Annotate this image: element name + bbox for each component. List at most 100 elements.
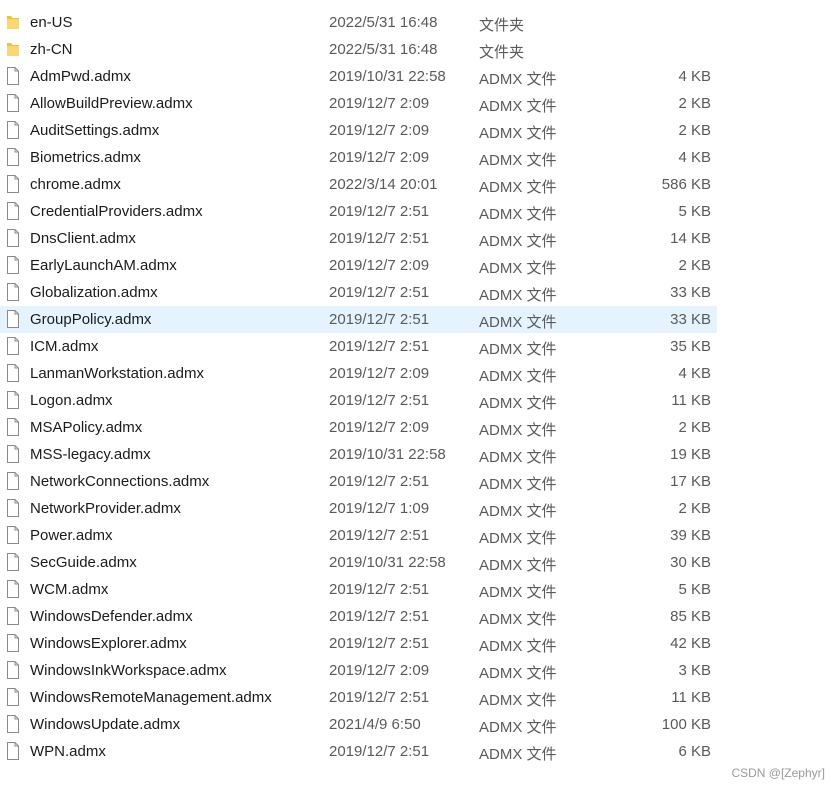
file-type: ADMX 文件 [479,638,557,655]
file-row[interactable]: Power.admx 2019/12/7 2:51 ADMX 文件 39 KB [0,522,717,549]
file-date: 2021/4/9 6:50 [329,716,421,733]
file-row[interactable]: chrome.admx 2022/3/14 20:01 ADMX 文件 586 … [0,171,717,198]
file-row[interactable]: AdmPwd.admx 2019/10/31 22:58 ADMX 文件 4 K… [0,63,717,90]
file-size: 5 KB [678,203,711,220]
file-name: WindowsUpdate.admx [30,716,181,733]
file-icon [7,553,19,571]
file-row[interactable]: WindowsDefender.admx 2019/12/7 2:51 ADMX… [0,603,717,630]
file-name: WCM.admx [30,581,109,598]
file-name: NetworkConnections.admx [30,473,210,490]
file-size: 4 KB [678,68,711,85]
file-row[interactable]: zh-CN 2022/5/31 16:48 文件夹 [0,36,717,63]
file-row[interactable]: Globalization.admx 2019/12/7 2:51 ADMX 文… [0,279,717,306]
file-row[interactable]: NetworkProvider.admx 2019/12/7 1:09 ADMX… [0,495,717,522]
file-row[interactable]: WindowsUpdate.admx 2021/4/9 6:50 ADMX 文件… [0,711,717,738]
file-size: 85 KB [670,608,711,625]
file-size: 42 KB [670,635,711,652]
file-name: ICM.admx [30,338,99,355]
file-list: en-US 2022/5/31 16:48 文件夹 zh-CN 2022/5/3… [0,9,720,765]
file-row[interactable]: AuditSettings.admx 2019/12/7 2:09 ADMX 文… [0,117,717,144]
file-date: 2019/12/7 2:09 [329,95,430,112]
file-size: 2 KB [678,122,711,139]
file-icon [7,256,19,274]
file-size: 30 KB [670,554,711,571]
file-size: 2 KB [678,419,711,436]
file-row[interactable]: ICM.admx 2019/12/7 2:51 ADMX 文件 35 KB [0,333,717,360]
file-name: EarlyLaunchAM.admx [30,257,177,274]
file-row[interactable]: Logon.admx 2019/12/7 2:51 ADMX 文件 11 KB [0,387,717,414]
file-icon [7,94,19,112]
file-icon [7,634,19,652]
file-size: 3 KB [678,662,711,679]
file-date: 2019/12/7 2:51 [329,473,430,490]
file-type: ADMX 文件 [479,665,557,682]
file-row[interactable]: WPN.admx 2019/12/7 2:51 ADMX 文件 6 KB [0,738,717,765]
file-name: LanmanWorkstation.admx [30,365,204,382]
file-icon [7,121,19,139]
file-name: CredentialProviders.admx [30,203,203,220]
file-row[interactable]: CredentialProviders.admx 2019/12/7 2:51 … [0,198,717,225]
file-type: ADMX 文件 [479,152,557,169]
file-name: WindowsRemoteManagement.admx [30,689,272,706]
file-type: ADMX 文件 [479,368,557,385]
file-icon [7,364,19,382]
file-row[interactable]: MSAPolicy.admx 2019/12/7 2:09 ADMX 文件 2 … [0,414,717,441]
file-row[interactable]: WindowsExplorer.admx 2019/12/7 2:51 ADMX… [0,630,717,657]
file-icon [7,175,19,193]
file-row[interactable]: DnsClient.admx 2019/12/7 2:51 ADMX 文件 14… [0,225,717,252]
file-row[interactable]: WindowsRemoteManagement.admx 2019/12/7 2… [0,684,717,711]
file-icon [7,607,19,625]
file-size: 17 KB [670,473,711,490]
file-size: 11 KB [671,392,711,409]
file-size: 19 KB [670,446,711,463]
file-row[interactable]: WCM.admx 2019/12/7 2:51 ADMX 文件 5 KB [0,576,717,603]
file-date: 2019/12/7 2:09 [329,365,430,382]
file-name: Power.admx [30,527,113,544]
file-size: 2 KB [678,257,711,274]
file-size: 11 KB [671,689,711,706]
file-date: 2019/10/31 22:58 [329,446,446,463]
file-icon [7,499,19,517]
file-type: ADMX 文件 [479,476,557,493]
file-name: Globalization.admx [30,284,158,301]
file-type: ADMX 文件 [479,98,557,115]
file-row[interactable]: AllowBuildPreview.admx 2019/12/7 2:09 AD… [0,90,717,117]
file-size: 100 KB [661,716,711,733]
file-type: 文件夹 [479,44,525,61]
file-type: ADMX 文件 [479,611,557,628]
file-row[interactable]: Biometrics.admx 2019/12/7 2:09 ADMX 文件 4… [0,144,717,171]
file-icon [7,418,19,436]
folder-icon [7,16,19,29]
file-type: ADMX 文件 [479,719,557,736]
file-icon [7,445,19,463]
file-size: 35 KB [670,338,711,355]
file-type: ADMX 文件 [479,395,557,412]
file-name: WindowsDefender.admx [30,608,193,625]
file-name: NetworkProvider.admx [30,500,181,517]
file-date: 2019/12/7 2:51 [329,689,430,706]
file-size: 39 KB [670,527,711,544]
file-row[interactable]: WindowsInkWorkspace.admx 2019/12/7 2:09 … [0,657,717,684]
file-size: 14 KB [670,230,711,247]
file-row-selected[interactable]: GroupPolicy.admx 2019/12/7 2:51 ADMX 文件 … [0,306,717,333]
watermark: CSDN @[Zephyr] [731,766,825,780]
file-size: 586 KB [661,176,711,193]
file-date: 2019/12/7 2:51 [329,527,430,544]
file-icon [7,310,19,328]
file-name: WindowsExplorer.admx [30,635,187,652]
file-row[interactable]: NetworkConnections.admx 2019/12/7 2:51 A… [0,468,717,495]
file-name: DnsClient.admx [30,230,136,247]
file-icon [7,229,19,247]
file-row[interactable]: MSS-legacy.admx 2019/10/31 22:58 ADMX 文件… [0,441,717,468]
file-row[interactable]: SecGuide.admx 2019/10/31 22:58 ADMX 文件 3… [0,549,717,576]
file-size: 33 KB [670,311,711,328]
file-row[interactable]: LanmanWorkstation.admx 2019/12/7 2:09 AD… [0,360,717,387]
file-row[interactable]: EarlyLaunchAM.admx 2019/12/7 2:09 ADMX 文… [0,252,717,279]
file-icon [7,391,19,409]
file-date: 2019/12/7 2:51 [329,581,430,598]
file-type: ADMX 文件 [479,233,557,250]
file-size: 5 KB [678,581,711,598]
file-row[interactable]: en-US 2022/5/31 16:48 文件夹 [0,9,717,36]
file-type: ADMX 文件 [479,71,557,88]
file-icon [7,715,19,733]
